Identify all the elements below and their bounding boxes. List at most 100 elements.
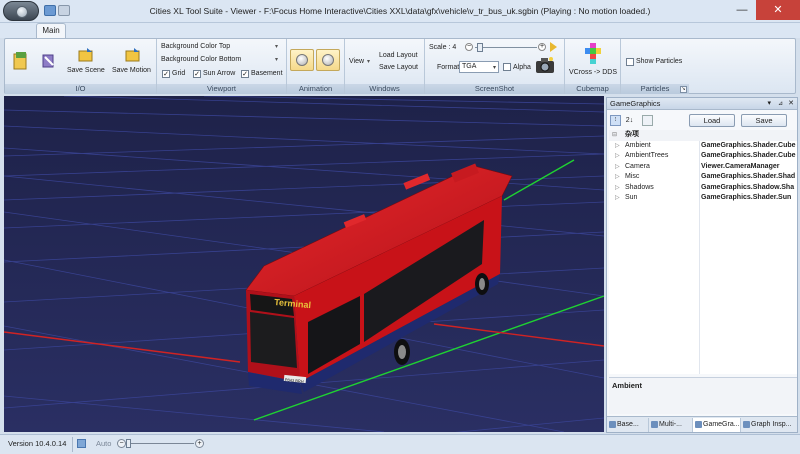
background-color-top-button[interactable]: Background Color Top	[161, 43, 230, 50]
sun-arrow-checkbox[interactable]: ✓	[193, 70, 201, 78]
scale-increase-button[interactable]: +	[538, 43, 546, 51]
property-row[interactable]: ▷ Misc GameGraphics.Shader.Shad	[609, 172, 797, 183]
save-motion-button[interactable]: Save Motion	[112, 67, 151, 74]
zoom-slider-track[interactable]	[128, 443, 194, 444]
tab-multi[interactable]: Multi-...	[649, 418, 693, 432]
group-label-io: I/O	[5, 84, 156, 94]
save-layout-button[interactable]: Save Layout	[379, 64, 418, 71]
property-description: Ambient	[609, 377, 797, 414]
tab-label: Graph Insp...	[751, 421, 792, 428]
tab-label: Multi-...	[659, 421, 682, 428]
expand-icon: ▷	[615, 174, 620, 180]
property-value: Viewer.CameraManager	[701, 162, 780, 170]
close-button[interactable]: ✕	[756, 0, 800, 20]
window-title: Cities XL Tool Suite - Viewer - F:\Focus…	[149, 6, 651, 16]
group-label-windows: Windows	[345, 84, 424, 94]
pause-button[interactable]	[316, 49, 340, 71]
save-scene-button[interactable]: Save Scene	[67, 67, 105, 74]
chevron-down-icon: ▾	[367, 59, 371, 65]
basement-checkbox[interactable]: ✓	[241, 70, 249, 78]
show-particles-checkbox[interactable]	[626, 58, 634, 66]
grid-checkbox[interactable]: ✓	[162, 70, 170, 78]
property-key: Misc	[625, 173, 640, 180]
quick-access-open-icon[interactable]	[44, 5, 56, 16]
background-color-bottom-button[interactable]: Background Color Bottom	[161, 56, 241, 63]
group-io: Save Scene Save Motion I/O	[5, 39, 157, 94]
property-category[interactable]: ⊟ 杂项	[609, 130, 797, 141]
expand-icon: ▷	[615, 153, 620, 159]
screen-icon[interactable]	[77, 439, 86, 448]
categorized-sort-icon[interactable]: ⁝	[610, 115, 621, 126]
property-value: GameGraphics.Shader.Cube	[701, 141, 796, 149]
property-key: Sun	[625, 194, 638, 201]
save-motion-icon	[125, 48, 140, 62]
alpha-checkbox[interactable]	[503, 63, 511, 71]
pause-icon	[322, 54, 334, 66]
group-windows: View ▾ Load Layout Save Layout Windows	[345, 39, 425, 94]
view-dropdown[interactable]: View	[349, 58, 364, 65]
tab-base[interactable]: Base...	[607, 418, 649, 432]
load-layout-button[interactable]: Load Layout	[379, 52, 418, 59]
dropdown-icon[interactable]: ▾	[767, 98, 771, 110]
panel-title: GameGraphics	[610, 99, 661, 108]
property-row[interactable]: ▷ Ambient GameGraphics.Shader.Cube	[609, 141, 797, 152]
app-menu-button[interactable]	[3, 1, 39, 21]
app-window: Cities XL Tool Suite - Viewer - F:\Focus…	[0, 0, 800, 454]
property-row[interactable]: ▷ Camera Viewer.CameraManager	[609, 162, 797, 173]
load-button[interactable]: Load	[689, 114, 735, 127]
property-row[interactable]: ▷ AmbientTrees GameGraphics.Shader.Cube	[609, 151, 797, 162]
format-label: Format	[437, 64, 460, 71]
format-value: TGA	[462, 63, 477, 70]
tab-icon	[609, 421, 616, 428]
tab-gamegraphics[interactable]: GameGra...	[693, 418, 741, 432]
property-key: AmbientTrees	[625, 152, 669, 159]
cubemap-cross-icon	[585, 43, 601, 64]
expand-icon: ▷	[615, 184, 620, 191]
save-button[interactable]: Save	[741, 114, 787, 127]
show-particles-label: Show Particles	[636, 58, 683, 65]
panel-tabs: Base... Multi-... GameGra... Graph Insp.…	[607, 416, 797, 432]
property-row[interactable]: ▷ Shadows GameGraphics.Shadow.Sha	[609, 183, 797, 194]
open-motion-icon[interactable]	[41, 51, 57, 71]
vcross-dds-button[interactable]: VCross -> DDS	[569, 69, 617, 76]
property-key: Shadows	[625, 183, 654, 191]
scale-slider-thumb[interactable]	[477, 43, 483, 52]
tab-icon	[743, 421, 750, 428]
description-title: Ambient	[612, 381, 642, 390]
panel-close-icon[interactable]: ✕	[788, 98, 794, 110]
status-separator	[72, 437, 73, 452]
alphabetical-sort-icon[interactable]: 2↓	[624, 115, 635, 126]
group-label-screenshot: ScreenShot	[425, 84, 564, 94]
play-back-button[interactable]	[290, 49, 314, 71]
grid-label: Grid	[172, 70, 186, 77]
zoom-out-button[interactable]: −	[117, 439, 126, 448]
tab-label: Base...	[617, 421, 639, 428]
zoom-in-button[interactable]: +	[195, 439, 204, 448]
tab-graph-inspector[interactable]: Graph Insp...	[741, 418, 799, 432]
camera-icon[interactable]	[535, 56, 555, 74]
scale-decrease-button[interactable]: −	[465, 43, 473, 51]
group-label-viewport: Viewport	[157, 84, 286, 94]
open-file-icon[interactable]	[13, 51, 29, 71]
quick-access-save-icon[interactable]	[58, 5, 70, 16]
format-select[interactable]: TGA ▾	[459, 61, 499, 73]
property-row[interactable]: ▷ Sun GameGraphics.Shader.Sun	[609, 193, 797, 204]
property-key: Camera	[625, 162, 650, 170]
title-bar: Cities XL Tool Suite - Viewer - F:\Focus…	[0, 0, 800, 23]
group-label-particles: Particles	[621, 84, 689, 94]
zoom-slider-thumb[interactable]	[126, 439, 131, 448]
pin-icon[interactable]: ⊿	[778, 98, 783, 110]
tab-main[interactable]: Main	[36, 23, 66, 39]
play-icon	[296, 54, 308, 66]
expand-icon: ▷	[615, 163, 620, 170]
property-pages-icon[interactable]	[642, 115, 653, 126]
property-value: GameGraphics.Shadow.Sha	[701, 183, 795, 191]
dialog-launcher-icon[interactable]: ↘	[680, 86, 687, 93]
tab-label: GameGra...	[703, 421, 740, 428]
expand-icon: ▷	[615, 142, 620, 149]
basement-label: Basement	[251, 70, 283, 77]
group-viewport: Background Color Top ▾ Background Color …	[157, 39, 287, 94]
scale-slider-track[interactable]	[475, 47, 537, 48]
3d-viewport[interactable]: Terminal P843 BRH	[4, 96, 604, 432]
flag-icon[interactable]	[550, 42, 557, 52]
